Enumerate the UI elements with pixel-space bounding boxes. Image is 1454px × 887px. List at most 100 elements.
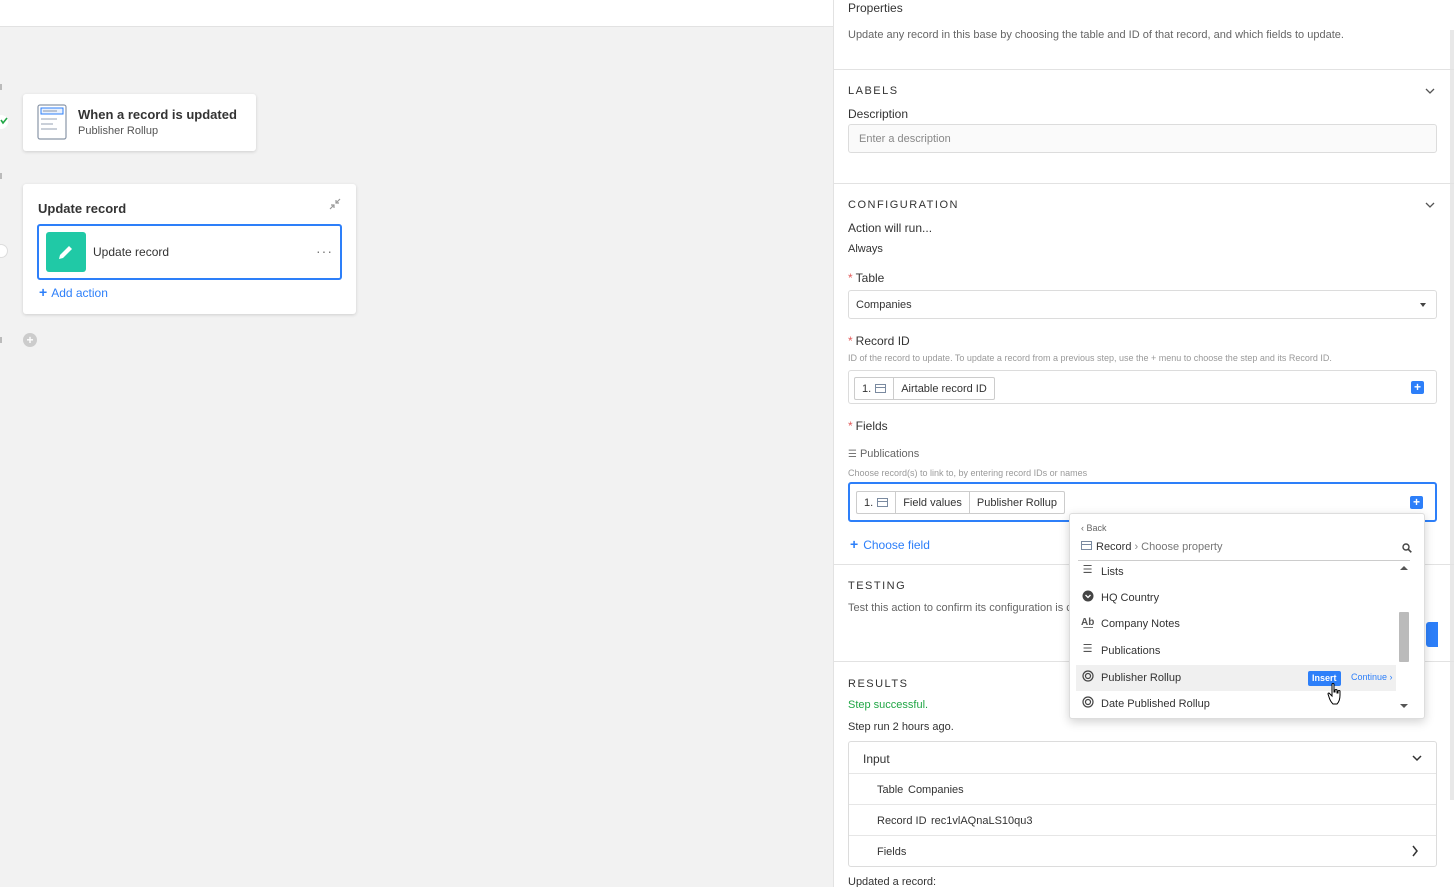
chevron-down-icon[interactable] bbox=[1424, 199, 1436, 211]
trigger-status-check-icon bbox=[0, 115, 8, 129]
chevron-down-icon[interactable] bbox=[1424, 85, 1436, 97]
action-group-card[interactable]: Update record Update record ··· + Add act… bbox=[23, 184, 356, 314]
back-button[interactable]: ‹ Back bbox=[1081, 523, 1107, 533]
token-part: Field values bbox=[896, 492, 970, 513]
results-value: Companies bbox=[908, 784, 964, 796]
dropdown-item-company-notes[interactable]: A͟b Company Notes bbox=[1076, 611, 1396, 637]
token-step: 1. bbox=[855, 378, 895, 399]
plus-icon: + bbox=[39, 284, 48, 300]
results-input-label: Input bbox=[863, 752, 890, 766]
token-step-number: 1. bbox=[862, 382, 872, 395]
rollup-icon bbox=[1081, 670, 1094, 683]
record-updated-icon bbox=[37, 104, 67, 140]
choose-field-button[interactable]: + Choose field bbox=[850, 536, 930, 552]
long-text-icon: A͟b bbox=[1081, 617, 1095, 628]
results-value: rec1vlAQnaLS10qu3 bbox=[931, 815, 1033, 827]
hand-cursor-icon bbox=[1327, 682, 1343, 706]
results-heading: RESULTS bbox=[848, 678, 909, 690]
item-label: Publications bbox=[1101, 645, 1161, 657]
crumb-separator: › bbox=[1134, 541, 1139, 553]
results-row: Table Companies bbox=[849, 773, 1436, 804]
run-condition-value[interactable]: Always bbox=[848, 243, 883, 255]
breadcrumb: Record › Choose property bbox=[1081, 541, 1222, 553]
testing-heading: TESTING bbox=[848, 580, 907, 592]
properties-panel: Properties Update any record in this bas… bbox=[833, 0, 1454, 887]
scroll-down-icon[interactable] bbox=[1400, 704, 1408, 708]
table-select[interactable]: Companies bbox=[848, 290, 1437, 319]
insert-data-plus-icon[interactable]: + bbox=[1410, 496, 1423, 509]
description-input[interactable]: Enter a description bbox=[848, 124, 1437, 153]
panel-title: Properties bbox=[848, 1, 903, 15]
more-options-icon[interactable]: ··· bbox=[316, 243, 333, 259]
token-value: Airtable record ID bbox=[901, 382, 987, 395]
trigger-card[interactable]: When a record is updated Publisher Rollu… bbox=[23, 94, 256, 151]
description-placeholder: Enter a description bbox=[859, 133, 951, 145]
crumb-root: Record bbox=[1096, 541, 1132, 553]
results-row: Record ID rec1vlAQnaLS10qu3 bbox=[849, 804, 1436, 835]
pencil-icon bbox=[46, 232, 86, 272]
record-id-token[interactable]: 1. Airtable record ID bbox=[854, 377, 995, 400]
collapse-icon[interactable] bbox=[328, 198, 342, 212]
crumb-current: Choose property bbox=[1141, 541, 1223, 553]
test-action-button[interactable] bbox=[1426, 622, 1438, 647]
dropdown-item-date-published-rollup[interactable]: Date Published Rollup bbox=[1076, 691, 1396, 717]
search-icon[interactable] bbox=[1402, 542, 1412, 553]
panel-scrollbar[interactable] bbox=[1450, 30, 1454, 800]
record-id-label-text: Record ID bbox=[855, 334, 910, 348]
record-id-input[interactable]: 1. Airtable record ID + bbox=[848, 370, 1437, 404]
labels-heading: LABELS bbox=[848, 85, 899, 97]
insert-data-plus-icon[interactable]: + bbox=[1411, 381, 1424, 394]
table-icon bbox=[1081, 541, 1092, 550]
results-key: Fields bbox=[877, 846, 907, 858]
dropdown-item-lists[interactable]: ☰ Lists bbox=[1076, 559, 1396, 585]
table-icon bbox=[877, 498, 889, 507]
results-row-fields[interactable]: Fields bbox=[849, 835, 1436, 866]
workflow-canvas[interactable]: When a record is updated Publisher Rollu… bbox=[0, 0, 833, 887]
dropdown-item-publications[interactable]: ☰ Publications bbox=[1076, 638, 1396, 664]
item-label: Publisher Rollup bbox=[1101, 672, 1182, 684]
linked-record-icon: ☰ bbox=[848, 449, 857, 460]
chevron-right-icon bbox=[1410, 845, 1420, 860]
updated-record-label: Updated a record: bbox=[848, 876, 937, 887]
continue-link[interactable]: Continue › bbox=[1351, 672, 1393, 682]
field-name-text: Publications bbox=[859, 448, 920, 460]
divider bbox=[834, 183, 1454, 184]
back-label: Back bbox=[1086, 523, 1107, 533]
results-key: Table bbox=[877, 784, 904, 796]
results-input-box: Input Table Companies Record ID rec1vlAQ… bbox=[848, 741, 1437, 867]
add-step-icon[interactable]: + bbox=[23, 333, 37, 347]
description-label: Description bbox=[848, 107, 909, 121]
record-id-hint: ID of the record to update. To update a … bbox=[848, 353, 1332, 363]
edge-marker bbox=[0, 84, 2, 90]
run-condition-label: Action will run... bbox=[848, 221, 933, 235]
field-hint: Choose record(s) to link to, by entering… bbox=[848, 468, 1088, 478]
single-select-icon bbox=[1081, 590, 1094, 603]
dropdown-item-hq-country[interactable]: HQ Country bbox=[1076, 585, 1396, 611]
scrollbar-thumb[interactable] bbox=[1399, 612, 1409, 662]
fields-label: * Fields bbox=[848, 419, 888, 433]
results-key: Record ID bbox=[877, 815, 927, 827]
item-label: HQ Country bbox=[1101, 592, 1160, 604]
field-values-token[interactable]: 1. Field values Publisher Rollup bbox=[856, 491, 1065, 514]
item-label: Company Notes bbox=[1101, 618, 1180, 630]
caret-down-icon bbox=[1420, 303, 1426, 307]
field-name: ☰ Publications bbox=[848, 448, 919, 460]
results-input-header[interactable]: Input bbox=[849, 742, 1436, 773]
canvas-topbar bbox=[0, 0, 833, 27]
add-action-button[interactable]: + Add action bbox=[39, 284, 108, 300]
chevron-down-icon bbox=[1412, 752, 1422, 766]
linked-record-icon: ☰ bbox=[1082, 643, 1093, 655]
add-action-label: Add action bbox=[51, 286, 108, 300]
action-label: Update record bbox=[93, 245, 170, 259]
fields-label-text: Fields bbox=[855, 419, 888, 433]
dropdown-scrollbar[interactable] bbox=[1398, 564, 1410, 714]
dropdown-item-publisher-rollup[interactable]: Publisher Rollup Insert Continue › bbox=[1076, 665, 1396, 691]
scroll-up-icon[interactable] bbox=[1400, 566, 1408, 570]
multi-lines-icon: ☰ bbox=[1082, 564, 1093, 576]
panel-description: Update any record in this base by choosi… bbox=[848, 29, 1344, 41]
token-step-number: 1. bbox=[864, 496, 874, 509]
update-record-action-card[interactable]: Update record ··· bbox=[37, 224, 342, 280]
edge-marker bbox=[0, 173, 2, 179]
plus-icon: + bbox=[850, 536, 859, 552]
choose-field-label: Choose field bbox=[863, 538, 930, 552]
